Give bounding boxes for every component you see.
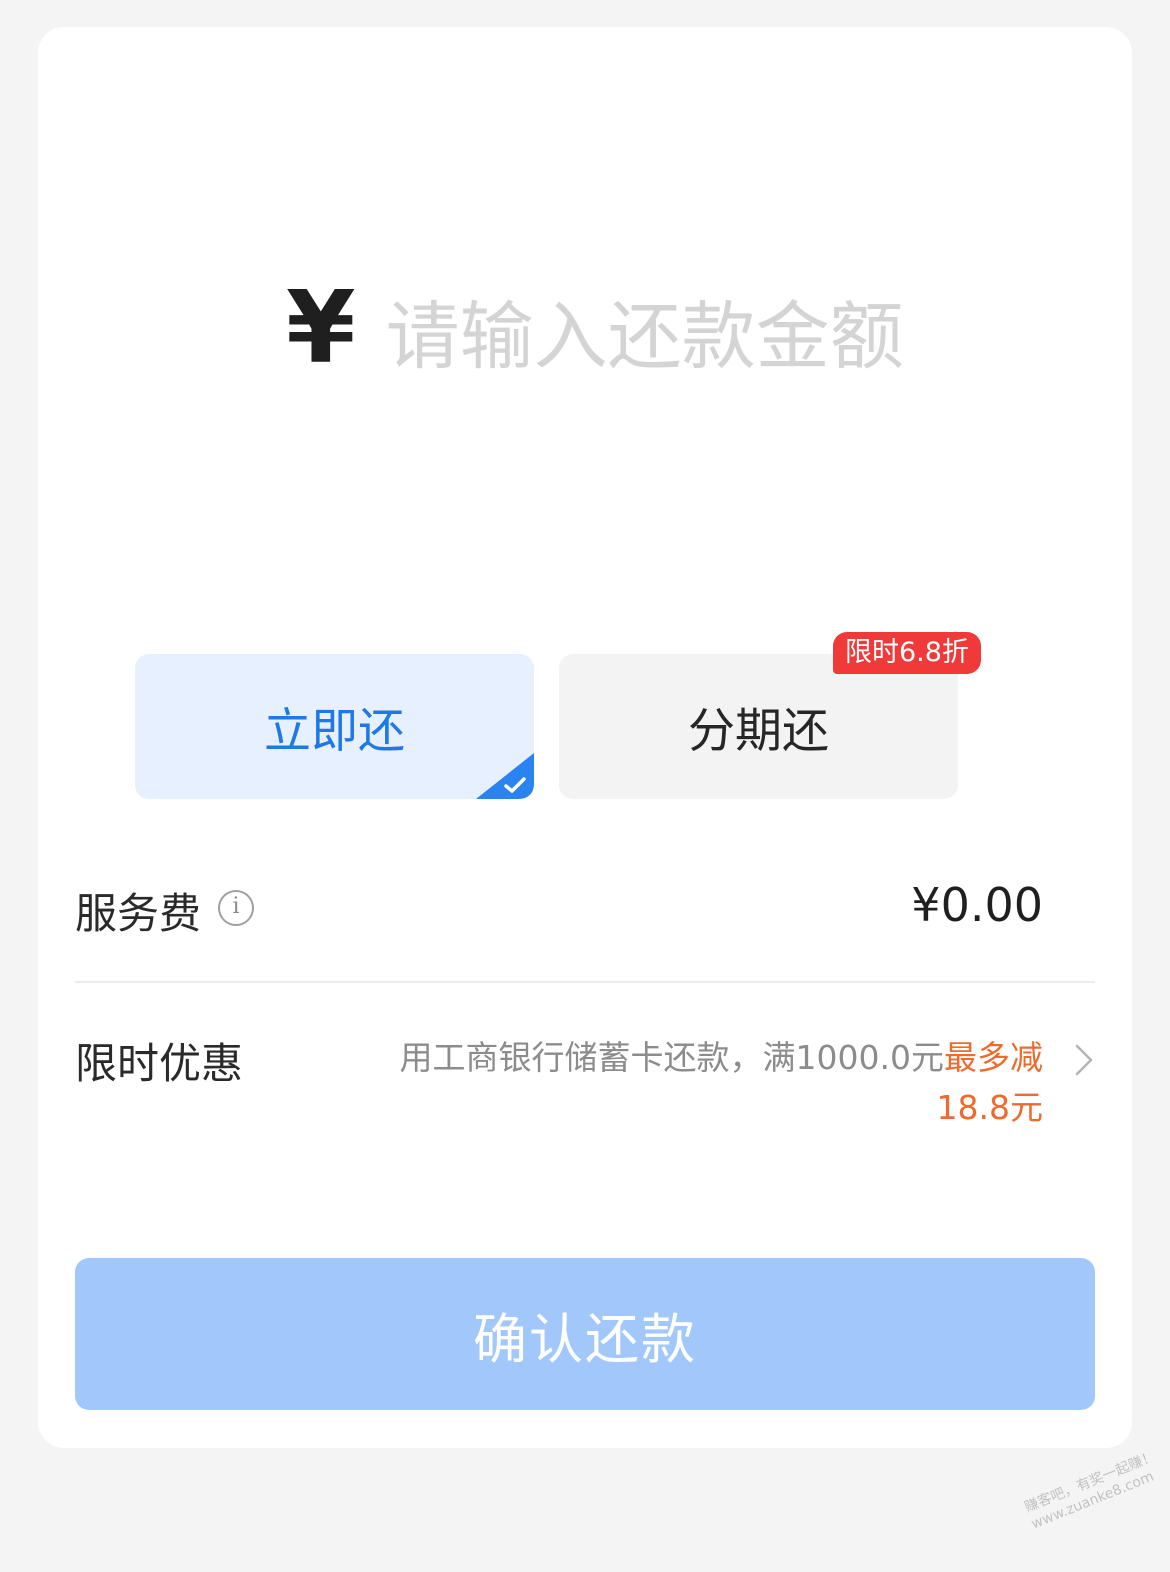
installment-label: 分期还 [688, 704, 829, 759]
service-fee-value: ¥0.00 [911, 878, 1043, 932]
pay-now-option[interactable]: 立即还 [135, 654, 534, 799]
selected-check-icon [476, 753, 534, 799]
confirm-repay-button[interactable]: 确认还款 [75, 1258, 1095, 1410]
service-fee-row: 服务费 i ¥0.00 [75, 860, 1043, 955]
watermark: 赚客吧，有奖一起赚！ www.zuanke8.com [1022, 1448, 1165, 1534]
discount-desc-text: 用工商银行储蓄卡还款，满1000.0元 [399, 1038, 944, 1077]
limited-discount-row[interactable]: 限时优惠 用工商银行储蓄卡还款，满1000.0元最多减18.8元 [75, 1025, 1095, 1145]
amount-row: ¥ [286, 262, 946, 412]
chevron-right-icon [1073, 1043, 1095, 1081]
discount-description: 用工商银行储蓄卡还款，满1000.0元最多减18.8元 [327, 1033, 1043, 1133]
amount-input[interactable] [385, 287, 946, 387]
installment-promo-badge: 限时6.8折 [833, 632, 981, 674]
info-icon[interactable]: i [218, 890, 254, 926]
currency-symbol: ¥ [286, 269, 356, 386]
pay-now-label: 立即还 [264, 704, 405, 759]
installment-option[interactable]: 分期还 [559, 654, 958, 799]
limited-discount-label: 限时优惠 [75, 1039, 244, 1088]
divider [75, 981, 1095, 983]
service-fee-label: 服务费 [75, 889, 202, 938]
discount-highlight: 最多减18.8元 [936, 1038, 1043, 1127]
